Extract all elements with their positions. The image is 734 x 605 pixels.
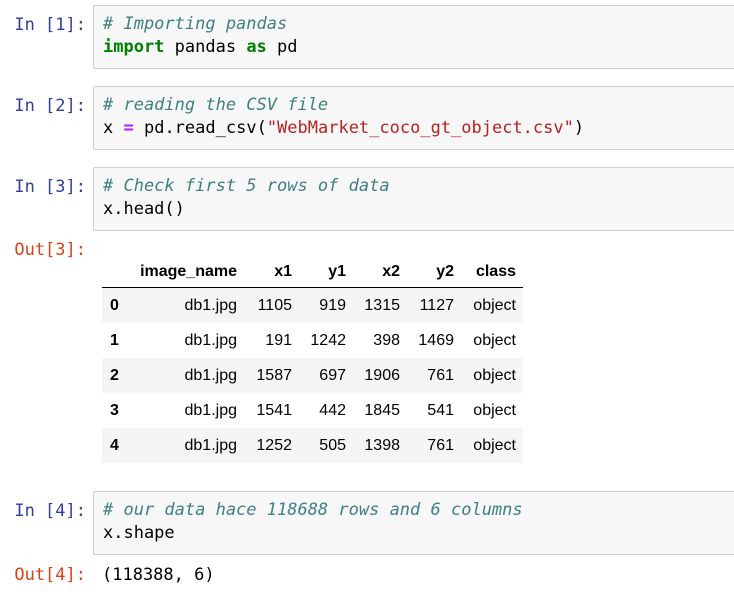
cell-class: object (473, 366, 516, 384)
cell-3-output-prompt: Out[3]: (14, 240, 86, 260)
dataframe-table: image_name x1 y1 x2 y2 class 0 db1.jpg 1… (102, 257, 523, 463)
column-header-index (102, 257, 136, 288)
cell-3-input-prompt: In [3]: (14, 177, 86, 197)
cell-3-line-2: x.head() (103, 198, 734, 221)
cell-1-line-1: # Importing pandas (103, 13, 734, 36)
cell-1-input-prompt: In [1]: (14, 15, 86, 35)
module-name: pandas (164, 37, 247, 57)
cell-image-name: db1.jpg (184, 366, 238, 384)
cell-y1: 1242 (310, 331, 346, 349)
keyword-import: import (103, 37, 165, 57)
cell-class: object (473, 296, 516, 314)
call-parens: () (164, 199, 185, 219)
cell-2-line-2: x = pd.read_csv("WebMarket_coco_gt_objec… (103, 117, 734, 140)
code-comment: # Check first 5 rows of data (103, 176, 390, 196)
column-header-y2: y2 (400, 257, 454, 288)
cell-y2: 761 (427, 366, 454, 384)
cell-2-code-editor[interactable]: # reading the CSV file x = pd.read_csv("… (93, 86, 734, 150)
cell-x1: 1105 (257, 296, 292, 314)
cell-x2: 1906 (364, 366, 400, 384)
cell-x1: 1252 (256, 436, 292, 454)
cell-2-line-1: # reading the CSV file (103, 94, 734, 117)
cell-y2: 1127 (419, 296, 454, 314)
code-comment: # our data hace 118688 rows and 6 column… (103, 500, 523, 520)
cell-x1: 1587 (256, 366, 292, 384)
cell-y1: 697 (319, 366, 346, 384)
cell-x2: 1845 (364, 401, 400, 419)
cell-y1: 919 (319, 296, 346, 314)
module-alias: pd (266, 37, 298, 57)
open-paren: ( (256, 118, 267, 138)
cell-3-code-editor[interactable]: # Check first 5 rows of data x.head() (93, 167, 734, 231)
function-call: pd.read_csv (133, 118, 257, 138)
cell-4-output-text: (118388, 6) (102, 565, 215, 585)
cell-1-line-2: import pandas as pd (103, 36, 734, 59)
code-comment: # Importing pandas (103, 14, 288, 34)
keyword-as: as (246, 37, 267, 57)
cell-y2: 541 (427, 401, 454, 419)
row-index: 3 (110, 401, 119, 419)
row-index: 2 (110, 366, 119, 384)
cell-4-line-1: # our data hace 118688 rows and 6 column… (103, 499, 734, 522)
table-row: 4 db1.jpg 1252 505 1398 761 object (102, 428, 523, 463)
cell-4-input-prompt: In [4]: (14, 501, 86, 521)
cell-y2: 761 (427, 436, 454, 454)
function-call: x.head (103, 199, 165, 219)
table-row: 3 db1.jpg 1541 442 1845 541 object (102, 393, 523, 428)
cell-y1: 505 (319, 436, 346, 454)
cell-image-name: db1.jpg (184, 331, 238, 349)
cell-4-line-2: x.shape (103, 522, 734, 545)
table-row: 1 db1.jpg 191 1242 398 1469 object (102, 323, 523, 358)
table-header-row: image_name x1 y1 x2 y2 class (102, 257, 523, 288)
cell-image-name: db1.jpg (184, 401, 238, 419)
cell-image-name: db1.jpg (184, 436, 238, 454)
column-header-class: class (454, 257, 523, 288)
cell-4-output-prompt: Out[4]: (14, 565, 86, 585)
column-header-image-name: image_name (136, 257, 238, 288)
close-paren: ) (573, 118, 585, 138)
assign-operator: = (123, 118, 134, 138)
cell-x1: 191 (265, 331, 292, 349)
cell-x2: 1315 (364, 296, 400, 314)
cell-1-code-editor[interactable]: # Importing pandas import pandas as pd (93, 5, 734, 69)
cell-y1: 442 (319, 401, 346, 419)
cell-x2: 1398 (364, 436, 400, 454)
cell-image-name: db1.jpg (184, 296, 238, 314)
table-row: 0 db1.jpg 1105 919 1315 1127 object (102, 287, 523, 323)
cell-class: object (473, 331, 516, 349)
column-header-y1: y1 (292, 257, 346, 288)
cell-class: object (473, 401, 516, 419)
cell-x2: 398 (373, 331, 400, 349)
cell-class: object (473, 436, 516, 454)
column-header-x1: x1 (238, 257, 292, 288)
cell-2-input-prompt: In [2]: (14, 96, 86, 116)
cell-x1: 1541 (256, 401, 292, 419)
attribute-access: x.shape (103, 523, 175, 543)
table-row: 2 db1.jpg 1587 697 1906 761 object (102, 358, 523, 393)
variable-x: x (103, 118, 124, 138)
cell-4-code-editor[interactable]: # our data hace 118688 rows and 6 column… (93, 491, 734, 555)
row-index: 1 (110, 331, 119, 349)
row-index: 4 (110, 436, 119, 454)
string-argument: "WebMarket_coco_gt_object.csv" (266, 118, 574, 138)
cell-y2: 1469 (418, 331, 454, 349)
column-header-x2: x2 (346, 257, 400, 288)
cell-3-line-1: # Check first 5 rows of data (103, 175, 734, 198)
row-index: 0 (110, 296, 119, 314)
code-comment: # reading the CSV file (103, 95, 329, 115)
